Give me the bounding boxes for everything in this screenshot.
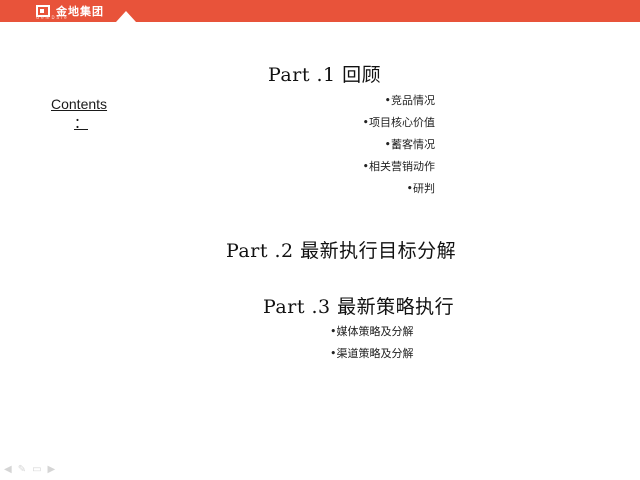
top-banner: 金地集团 GemDale	[0, 0, 640, 22]
logo-subtitle: GemDale	[36, 15, 69, 20]
part-3-title: Part .3 最新策略执行	[263, 296, 455, 318]
part-3-bullet-2: •渠道策略及分解	[330, 347, 414, 360]
next-icon[interactable]: ▶	[48, 464, 56, 475]
part-1-bullet-2: •项目核心价值	[362, 116, 436, 129]
menu-icon[interactable]: ▭	[32, 464, 41, 475]
pen-icon[interactable]: ✎	[18, 464, 26, 475]
part-3-bullet-1: •媒体策略及分解	[330, 325, 414, 338]
contents-label: Contents	[51, 96, 108, 112]
part-1-bullet-1: •竞品情况	[384, 94, 436, 107]
slideshow-controls: ◀ ✎ ▭ ▶	[4, 464, 55, 475]
part-1-title: Part .1 回顾	[268, 64, 382, 86]
part-1-bullet-5: •研判	[406, 182, 436, 195]
slide-page: 金地集团 GemDale Contents ： Part .1 回顾 •竞品情况…	[0, 0, 640, 480]
part-1-bullet-4: •相关营销动作	[362, 160, 436, 173]
banner-notch	[116, 11, 136, 22]
part-2-title: Part .2 最新执行目标分解	[226, 240, 457, 262]
part-1-bullet-3: •蓄客情况	[384, 138, 436, 151]
prev-icon[interactable]: ◀	[4, 464, 12, 475]
contents-colon: ：	[74, 115, 88, 131]
